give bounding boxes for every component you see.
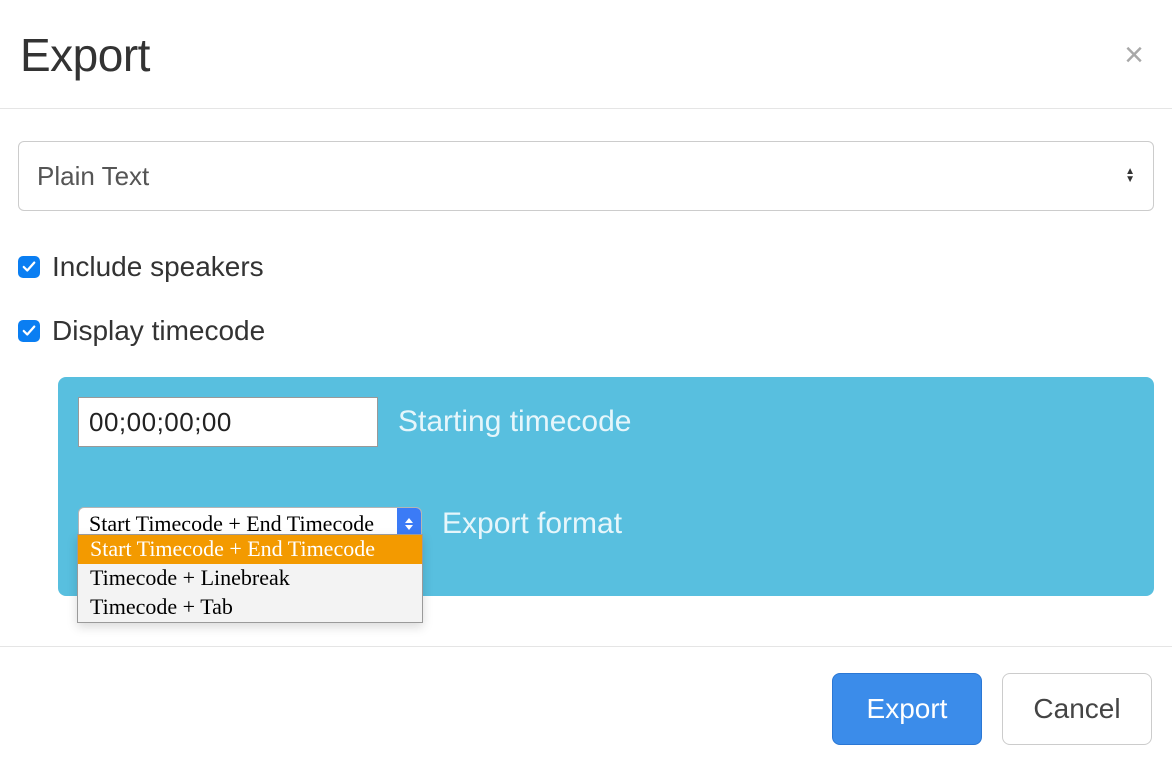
check-icon	[22, 260, 36, 274]
export-button[interactable]: Export	[832, 673, 982, 745]
export-format-option[interactable]: Timecode + Tab	[78, 593, 422, 622]
include-speakers-row: Include speakers	[18, 251, 1154, 283]
file-format-value: Plain Text	[37, 161, 149, 192]
export-modal: Export × Plain Text ▲▼ Include speakers	[0, 0, 1172, 766]
starting-timecode-input[interactable]	[78, 397, 378, 447]
display-timecode-row: Display timecode	[18, 315, 1154, 347]
include-speakers-checkbox[interactable]	[18, 256, 40, 278]
modal-title: Export	[20, 28, 150, 82]
select-arrows-icon: ▲▼	[1125, 168, 1135, 184]
export-format-option[interactable]: Timecode + Linebreak	[78, 564, 422, 593]
file-format-select[interactable]: Plain Text ▲▼	[18, 141, 1154, 211]
display-timecode-checkbox[interactable]	[18, 320, 40, 342]
starting-timecode-row: Starting timecode	[78, 397, 1134, 447]
export-format-label: Export format	[442, 507, 622, 541]
modal-body: Plain Text ▲▼ Include speakers Display t…	[0, 109, 1172, 616]
timecode-panel: Starting timecode Start Timecode + End T…	[58, 377, 1154, 596]
check-icon	[22, 324, 36, 338]
export-format-dropdown: Start Timecode + End Timecode Timecode +…	[77, 534, 423, 623]
modal-footer: Export Cancel	[0, 646, 1172, 745]
close-icon[interactable]: ×	[1116, 34, 1152, 76]
export-format-option[interactable]: Start Timecode + End Timecode	[78, 535, 422, 564]
modal-header: Export ×	[0, 0, 1172, 109]
starting-timecode-label: Starting timecode	[398, 405, 631, 439]
cancel-button[interactable]: Cancel	[1002, 673, 1152, 745]
display-timecode-label: Display timecode	[52, 315, 265, 347]
include-speakers-label: Include speakers	[52, 251, 264, 283]
